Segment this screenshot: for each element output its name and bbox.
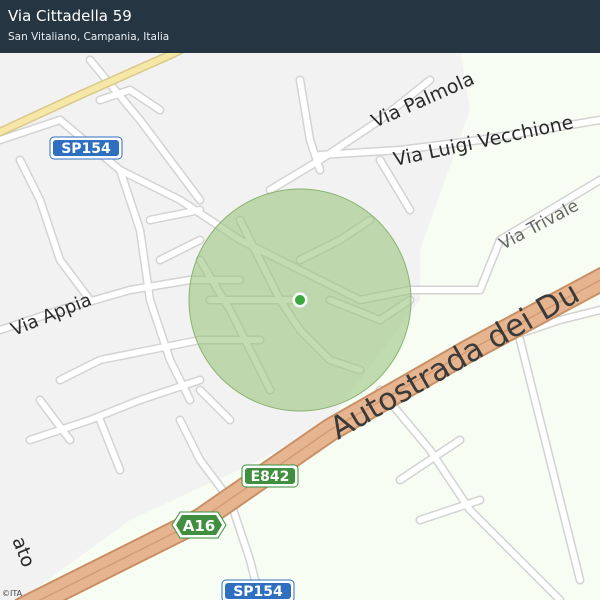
shield-e842: E842 [241,464,299,488]
shield-a16-label: A16 [183,517,215,535]
location-subtitle: San Vitaliano, Campania, Italia [8,31,170,43]
map-canvas[interactable]: Via Palmola Via Luigi Vecchione Via Triv… [0,0,600,600]
shield-sp154-bottom-label: SP154 [233,584,283,600]
location-marker[interactable] [292,292,308,308]
shield-sp154-top: SP154 [49,136,123,160]
shield-a16: A16 [171,511,227,539]
location-header: Via Cittadella 59 San Vitaliano, Campani… [0,0,600,53]
location-title: Via Cittadella 59 [8,7,132,25]
shield-e842-label: E842 [251,469,290,485]
shield-sp154-top-label: SP154 [61,141,111,157]
map-attribution: ©ITA [2,589,23,598]
map-app: Via Palmola Via Luigi Vecchione Via Triv… [0,0,600,600]
shield-sp154-bottom: SP154 [221,579,295,600]
